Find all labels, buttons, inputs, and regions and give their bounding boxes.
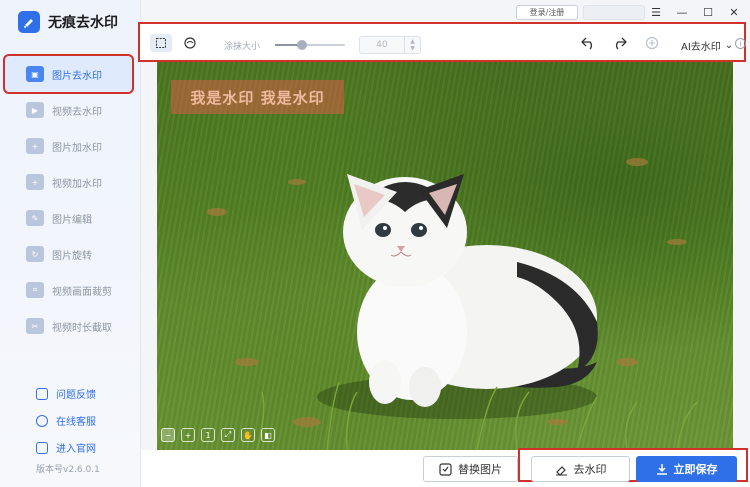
logo-icon bbox=[18, 11, 40, 33]
save-now-button[interactable]: 立即保存 bbox=[636, 456, 737, 482]
feedback-link[interactable]: 问题反馈 bbox=[0, 380, 141, 407]
sidebar-item-video-crop[interactable]: ⌗ 视频画面裁剪 bbox=[0, 272, 141, 308]
image-add-icon: + bbox=[26, 138, 44, 154]
editing-toolbar: 涂抹大小 40 ▲ ▼ AI去水印 ⌄ i bbox=[138, 22, 746, 62]
redo-icon bbox=[615, 37, 627, 49]
website-icon bbox=[36, 441, 48, 454]
trim-icon: ✂ bbox=[26, 318, 44, 334]
minimize-icon[interactable]: — bbox=[674, 4, 690, 20]
feedback-label: 问题反馈 bbox=[56, 390, 96, 401]
slider-handle[interactable] bbox=[296, 40, 307, 50]
website-link[interactable]: 进入官网 bbox=[0, 434, 141, 461]
undo-icon bbox=[580, 37, 592, 49]
sidebar-item-label: 视频加水印 bbox=[52, 178, 102, 190]
sidebar-item-image-add-watermark[interactable]: + 图片加水印 bbox=[0, 128, 141, 164]
sidebar-item-label: 图片去水印 bbox=[52, 70, 102, 82]
replace-image-icon bbox=[439, 462, 452, 476]
sidebar-item-label: 图片加水印 bbox=[52, 142, 102, 154]
sidebar: 无痕去水印 ▣ 图片去水印 ▶ 视频去水印 + 图片加水印 + 视频加水印 ✎ … bbox=[0, 0, 141, 487]
compare-icon[interactable]: ◧ bbox=[261, 428, 275, 442]
watermark-overlay[interactable]: 我是水印 我是水印 bbox=[171, 80, 344, 114]
rotate-icon: ↻ bbox=[26, 246, 44, 262]
chevron-up-icon: ▲ bbox=[410, 38, 415, 45]
undo-button[interactable] bbox=[580, 35, 596, 51]
cat-photo bbox=[207, 158, 698, 450]
chat-icon bbox=[36, 414, 48, 427]
sidebar-item-label: 视频时长截取 bbox=[52, 322, 112, 334]
user-badge[interactable] bbox=[583, 5, 645, 20]
brush-size-input[interactable]: 40 ▲ ▼ bbox=[359, 36, 421, 54]
brush-icon bbox=[184, 37, 196, 49]
sidebar-item-image-remove-watermark[interactable]: ▣ 图片去水印 bbox=[3, 54, 134, 94]
image-canvas[interactable]: 我是水印 我是水印 − + 1 ⤢ ✋ ◧ bbox=[157, 62, 733, 450]
eraser-icon bbox=[555, 465, 567, 476]
image-icon: ▣ bbox=[26, 66, 44, 82]
image-edit-icon: ✎ bbox=[26, 210, 44, 226]
hand-pan-icon[interactable]: ✋ bbox=[241, 428, 255, 442]
sidebar-item-label: 图片编辑 bbox=[52, 214, 92, 226]
sidebar-item-video-trim[interactable]: ✂ 视频时长截取 bbox=[0, 308, 141, 344]
app-title: 无痕去水印 bbox=[48, 15, 118, 31]
fit-screen-icon[interactable]: ⤢ bbox=[221, 428, 235, 442]
zoom-in-icon[interactable]: + bbox=[181, 428, 195, 442]
brush-size-value: 40 bbox=[376, 40, 388, 50]
zoom-out-icon[interactable]: − bbox=[161, 428, 175, 442]
customer-service-label: 在线客服 bbox=[56, 417, 96, 428]
sidebar-item-image-edit[interactable]: ✎ 图片编辑 bbox=[0, 200, 141, 236]
redo-button[interactable] bbox=[611, 35, 627, 51]
window-controls: ☰ — ☐ ✕ bbox=[648, 4, 742, 20]
brush-tool[interactable] bbox=[182, 35, 198, 51]
menu-icon[interactable]: ☰ bbox=[648, 4, 664, 20]
ai-remove-label: AI去水印 bbox=[681, 42, 721, 53]
bottom-action-bar: 替换图片 去水印 立即保存 bbox=[141, 448, 750, 487]
sidebar-item-label: 视频画面裁剪 bbox=[52, 286, 112, 298]
feedback-icon bbox=[36, 387, 48, 400]
chevron-down-icon: ▼ bbox=[410, 45, 415, 52]
sidebar-item-label: 图片旋转 bbox=[52, 250, 92, 262]
ai-remove-dropdown[interactable]: AI去水印 ⌄ bbox=[681, 38, 733, 53]
maximize-icon[interactable]: ☐ bbox=[700, 4, 716, 20]
brush-size-label: 涂抹大小 bbox=[224, 42, 261, 52]
sidebar-item-video-add-watermark[interactable]: + 视频加水印 bbox=[0, 164, 141, 200]
save-now-label: 立即保存 bbox=[673, 463, 718, 476]
ai-magic-icon bbox=[645, 36, 659, 50]
sidebar-nav: ▣ 图片去水印 ▶ 视频去水印 + 图片加水印 + 视频加水印 ✎ 图片编辑 ↻… bbox=[0, 54, 141, 344]
info-icon[interactable]: i bbox=[735, 38, 746, 49]
login-button[interactable]: 登录/注册 bbox=[516, 5, 578, 20]
website-label: 进入官网 bbox=[56, 444, 96, 455]
remove-watermark-label: 去水印 bbox=[573, 463, 607, 476]
close-icon[interactable]: ✕ bbox=[726, 4, 742, 20]
sidebar-item-video-remove-watermark[interactable]: ▶ 视频去水印 bbox=[0, 92, 141, 128]
sidebar-links: 问题反馈 在线客服 进入官网 bbox=[0, 380, 141, 461]
video-icon: ▶ bbox=[26, 102, 44, 118]
app-logo: 无痕去水印 bbox=[18, 11, 118, 33]
title-bar: 登录/注册 ☰ — ☐ ✕ bbox=[141, 0, 750, 24]
sidebar-item-image-rotate[interactable]: ↻ 图片旋转 bbox=[0, 236, 141, 272]
replace-image-label: 替换图片 bbox=[458, 463, 502, 476]
actual-size-icon[interactable]: 1 bbox=[201, 428, 215, 442]
customer-service-link[interactable]: 在线客服 bbox=[0, 407, 141, 434]
rect-select-icon bbox=[156, 38, 166, 48]
brush-size-stepper[interactable]: ▲ ▼ bbox=[404, 37, 420, 53]
brush-size-slider[interactable] bbox=[275, 40, 345, 50]
version-text: 版本号v2.6.0.1 bbox=[36, 465, 100, 475]
ai-magic-button[interactable] bbox=[644, 35, 660, 51]
download-icon bbox=[656, 464, 667, 475]
crop-icon: ⌗ bbox=[26, 282, 44, 298]
sidebar-item-label: 视频去水印 bbox=[52, 106, 102, 118]
video-add-icon: + bbox=[26, 174, 44, 190]
replace-image-button[interactable]: 替换图片 bbox=[423, 456, 518, 482]
remove-watermark-button[interactable]: 去水印 bbox=[531, 456, 630, 482]
image-view-tools: − + 1 ⤢ ✋ ◧ bbox=[157, 428, 279, 442]
rect-select-tool[interactable] bbox=[150, 34, 172, 52]
chevron-down-icon: ⌄ bbox=[724, 40, 734, 51]
